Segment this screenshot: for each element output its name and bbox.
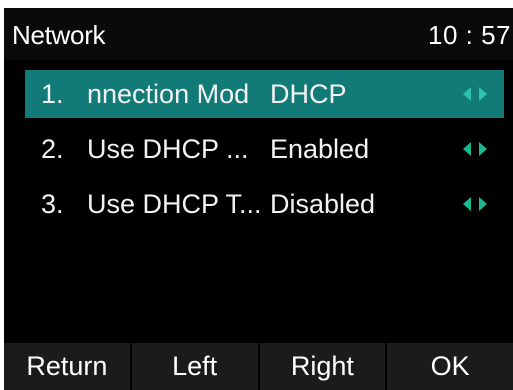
menu-item-value: DHCP: [270, 79, 347, 109]
left-softkey[interactable]: Left: [132, 343, 260, 390]
menu-item-number: 1.: [41, 79, 64, 109]
phone-screen: Network 10 : 57 1. nnection Mod DHCP 2. …: [4, 8, 513, 390]
menu-item-use-dhcp-time[interactable]: 3. Use DHCP T... Disabled: [25, 180, 504, 228]
left-arrow-icon[interactable]: [463, 87, 471, 101]
menu-item-connection-mode[interactable]: 1. nnection Mod DHCP: [25, 70, 504, 118]
return-softkey[interactable]: Return: [4, 343, 132, 390]
menu-item-label: Use DHCP ...: [87, 134, 249, 164]
menu-item-number: 2.: [41, 134, 64, 164]
left-arrow-icon[interactable]: [463, 142, 471, 156]
clock: 10 : 57: [427, 20, 511, 50]
menu-item-label: Use DHCP T...: [87, 189, 262, 219]
ok-softkey[interactable]: OK: [387, 343, 513, 390]
value-switch-arrows[interactable]: [463, 197, 491, 211]
right-arrow-icon[interactable]: [479, 142, 487, 156]
menu-item-label: nnection Mod: [87, 79, 250, 109]
menu-item-value: Enabled: [270, 134, 370, 164]
right-arrow-icon[interactable]: [479, 197, 487, 211]
menu-item-use-dhcp[interactable]: 2. Use DHCP ... Enabled: [25, 125, 504, 173]
value-switch-arrows[interactable]: [463, 142, 491, 156]
menu-item-number: 3.: [41, 189, 64, 219]
page-title: Network: [12, 20, 106, 50]
value-switch-arrows[interactable]: [463, 87, 491, 101]
menu-item-value: Disabled: [270, 189, 376, 219]
softkey-bar: Return Left Right OK: [4, 343, 513, 390]
title-bar: Network 10 : 57: [4, 8, 513, 60]
right-arrow-icon[interactable]: [479, 87, 487, 101]
right-softkey[interactable]: Right: [260, 343, 388, 390]
phone-frame: Network 10 : 57 1. nnection Mod DHCP 2. …: [0, 0, 513, 390]
left-arrow-icon[interactable]: [463, 197, 471, 211]
